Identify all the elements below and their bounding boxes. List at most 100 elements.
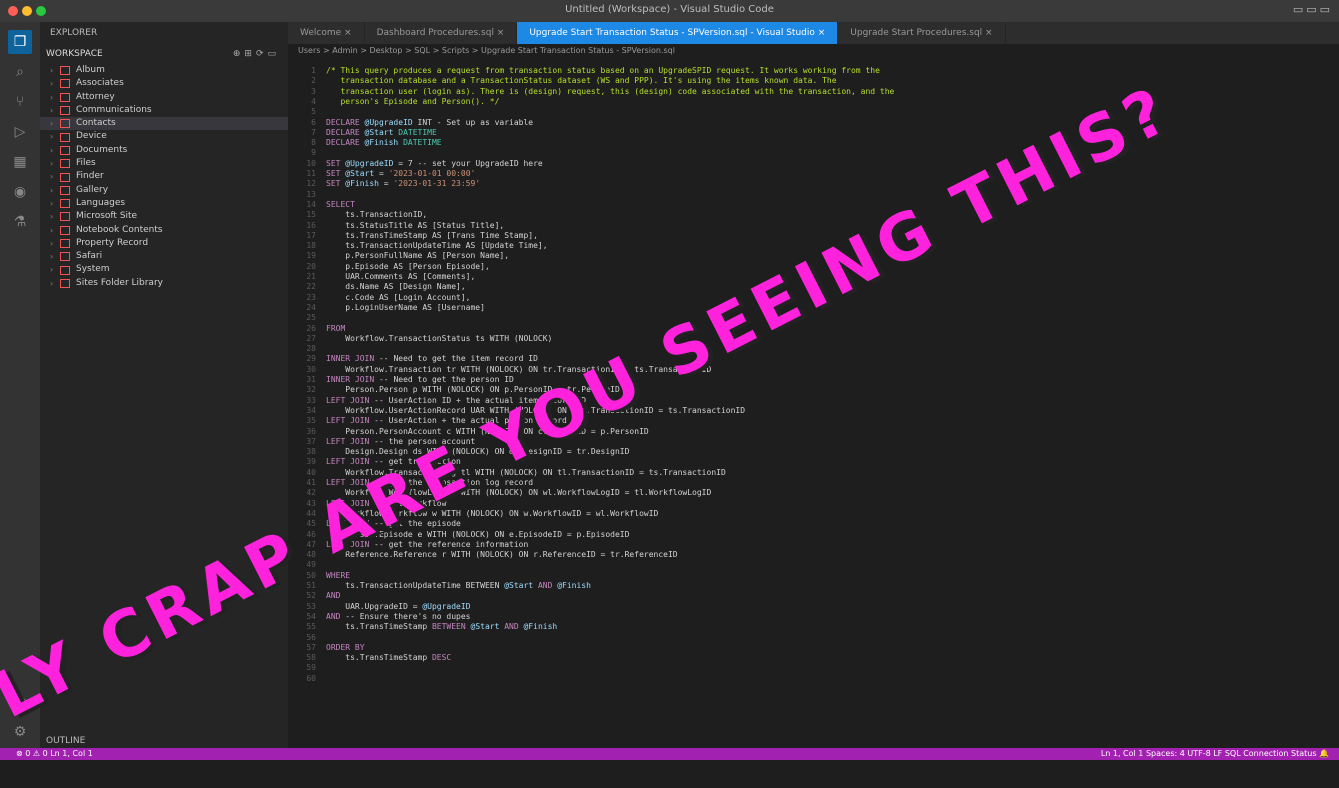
code-line: 11 SET @Start = '2023-01-01 00:00' [288, 169, 1339, 179]
tree-item[interactable]: › Communications [40, 104, 288, 117]
line-number: 25 [306, 313, 316, 323]
chevron-right-icon: › [50, 172, 54, 182]
code-line: 60 [288, 674, 1339, 684]
workspace-actions-icon[interactable]: ⊕⊞⟳▭ [233, 44, 280, 64]
run-icon[interactable]: ▷ [8, 120, 32, 144]
line-number: 57 [306, 642, 316, 652]
code-line: 6 DECLARE @UpgradeID INT - Set up as vari… [288, 118, 1339, 128]
code-line: 53 UAR.UpgradeID = @UpgradeID [288, 602, 1339, 612]
tree-item[interactable]: › Documents [40, 144, 288, 157]
line-number: 2 [311, 76, 316, 86]
outline-section[interactable]: OUTLINE [46, 736, 85, 746]
tree-item[interactable]: › Associates [40, 77, 288, 90]
breadcrumb[interactable]: Users > Admin > Desktop > SQL > Scripts … [288, 44, 1339, 58]
search-icon[interactable]: ⌕ [8, 60, 32, 84]
editor-tab[interactable]: Upgrade Start Transaction Status - SPVer… [517, 22, 839, 44]
code-line: 34 Workflow.UserActionRecord UAR WITH (N… [288, 406, 1339, 416]
tree-item-label: Property Record [76, 237, 149, 248]
source-control-icon[interactable]: ⑂ [8, 90, 32, 114]
line-number: 38 [306, 447, 316, 457]
chevron-right-icon: › [50, 278, 54, 288]
line-number: 40 [306, 467, 316, 477]
remote-icon[interactable]: ◉ [8, 180, 32, 204]
code-line: 59 [288, 663, 1339, 673]
folder-icon [60, 145, 70, 155]
line-number: 37 [306, 436, 316, 446]
editor-tab[interactable]: Welcome × [288, 22, 365, 44]
line-number: 60 [306, 673, 316, 683]
folder-icon [60, 159, 70, 169]
line-number: 30 [306, 364, 316, 374]
extensions-icon[interactable]: ▦ [8, 150, 32, 174]
tree-item[interactable]: › Contacts [40, 117, 288, 131]
chevron-right-icon: › [50, 145, 54, 155]
status-bar: ⊗ 0 ⚠ 0 Ln 1, Col 1 Ln 1, Col 1 Spaces: … [0, 748, 1339, 760]
tree-item-label: Album [76, 65, 105, 75]
tree-item[interactable]: › Gallery [40, 184, 288, 197]
code-line: 3 transaction user (login as). There is … [288, 87, 1339, 97]
line-number: 54 [306, 611, 316, 621]
line-number: 59 [306, 663, 316, 673]
chevron-right-icon: › [50, 119, 54, 129]
workspace-section[interactable]: WORKSPACE ⊕⊞⟳▭ [40, 44, 288, 64]
editor-tab[interactable]: Upgrade Start Procedures.sql × [838, 22, 1006, 44]
folder-icon [60, 239, 70, 248]
explorer-icon[interactable]: ❐ [8, 30, 32, 54]
folder-icon [60, 185, 70, 195]
chevron-right-icon: › [50, 132, 54, 142]
tree-item[interactable]: › Sites Folder Library [40, 277, 288, 290]
code-line: 30 Workflow.Transaction tr WITH (NOLOCK)… [288, 365, 1339, 375]
folder-icon [60, 212, 70, 222]
folder-icon [60, 119, 70, 129]
tree-item[interactable]: › System [40, 263, 288, 276]
tree-item[interactable]: › Device [40, 130, 288, 143]
line-number: 6 [311, 117, 316, 127]
tree-item[interactable]: › Files [40, 157, 288, 170]
tree-item[interactable]: › Attorney [40, 91, 288, 104]
line-number: 32 [306, 385, 316, 395]
tree-item[interactable]: › Finder [40, 170, 288, 183]
tree-item-label: Safari [76, 251, 103, 262]
folder-icon [60, 79, 70, 89]
tree-item-label: Gallery [76, 184, 109, 195]
line-number: 55 [306, 622, 316, 632]
code-editor[interactable]: 1/* This query produces a request from t… [288, 60, 1339, 748]
chevron-right-icon: › [50, 252, 54, 262]
status-right[interactable]: Ln 1, Col 1 Spaces: 4 UTF-8 LF SQL Conne… [1101, 748, 1329, 760]
chevron-right-icon: › [50, 238, 54, 248]
testing-icon[interactable]: ⚗ [8, 210, 32, 234]
folder-icon [60, 92, 70, 102]
folder-icon [60, 225, 70, 235]
line-number: 34 [306, 405, 316, 415]
code-line: 49 [288, 560, 1339, 570]
line-number: 31 [306, 375, 316, 384]
tree-item[interactable]: › Property Record [40, 237, 288, 250]
tree-item[interactable]: › Languages [40, 197, 288, 210]
line-number: 56 [306, 632, 316, 642]
workspace-section-label: WORKSPACE [46, 49, 103, 59]
line-number: 33 [306, 395, 316, 405]
tree-item-label: Documents [76, 144, 128, 155]
code-line: 27 Workflow.TransactionStatus ts WITH (N… [288, 334, 1339, 344]
code-line: 1/* This query produces a request from t… [288, 66, 1339, 76]
layout-controls-icon[interactable]: ▭▭▭ [1293, 3, 1333, 16]
code-line: 12 SET @Finish = '2023-01-31 23:59' [288, 179, 1339, 189]
tree-item-label: Finder [76, 171, 104, 182]
line-number: 16 [306, 220, 316, 230]
folder-icon [60, 265, 70, 275]
editor-tab[interactable]: Dashboard Procedures.sql × [364, 22, 518, 44]
tree-item[interactable]: › Microsoft Site [40, 210, 288, 223]
chevron-right-icon: › [50, 105, 54, 115]
status-left[interactable]: ⊗ 0 ⚠ 0 Ln 1, Col 1 [16, 748, 93, 760]
tree-item[interactable]: › Safari [40, 250, 288, 263]
code-line: 56 [288, 633, 1339, 643]
tree-item[interactable]: › Notebook Contents [40, 224, 288, 237]
line-number: 24 [306, 302, 316, 312]
folder-icon [60, 199, 70, 209]
line-number: 18 [306, 241, 316, 251]
line-number: 21 [306, 272, 316, 281]
line-number: 35 [306, 416, 316, 426]
tree-item-label: Notebook Contents [76, 224, 163, 235]
tree-item[interactable]: › Album [40, 64, 288, 77]
line-number: 11 [306, 169, 316, 178]
